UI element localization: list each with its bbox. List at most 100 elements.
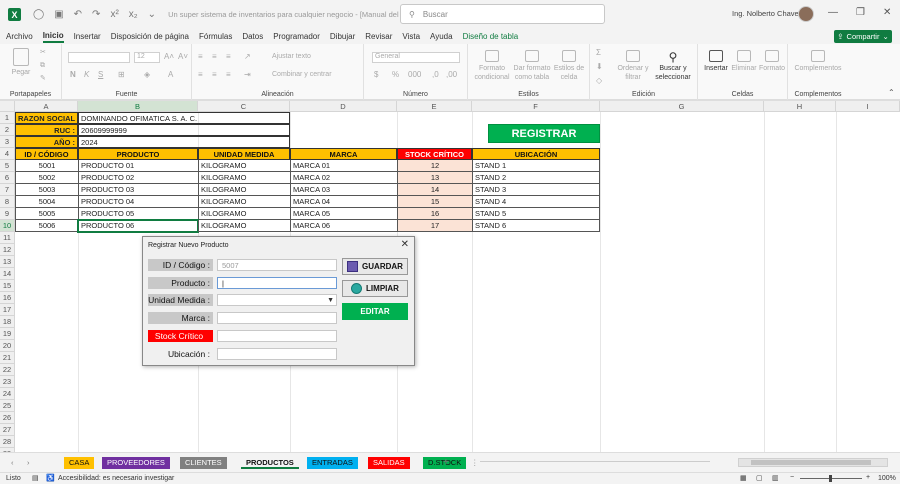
align-left-icon[interactable]: ≡: [198, 70, 203, 79]
row-header[interactable]: 24: [0, 388, 15, 400]
superscript-icon[interactable]: x²: [110, 9, 118, 20]
ruc-label[interactable]: RUC :: [15, 124, 78, 136]
sheet-tab[interactable]: CLIENTES: [180, 457, 227, 469]
spreadsheet-grid[interactable]: A B C D E F G H I 1 2 3 4 5 6 7 8 9 10 11 12 13 14 15 1…: [0, 101, 900, 452]
razon-social-label[interactable]: RAZON SOCIAL :: [15, 112, 78, 124]
scrollbar-thumb[interactable]: [751, 460, 871, 465]
zoom-out-icon[interactable]: −: [790, 474, 794, 481]
column-header[interactable]: D: [290, 101, 397, 112]
table-cell[interactable]: STAND 6: [472, 220, 600, 232]
table-cell[interactable]: 5001: [15, 160, 78, 172]
column-header[interactable]: F: [472, 101, 600, 112]
table-cell[interactable]: KILOGRAMO: [198, 184, 290, 196]
row-header[interactable]: 7: [0, 184, 15, 196]
row-header[interactable]: 19: [0, 328, 15, 340]
table-header[interactable]: PRODUCTO: [78, 148, 198, 160]
align-top-icon[interactable]: ≡: [198, 52, 203, 61]
ubicacion-field[interactable]: [217, 348, 337, 360]
sort-filter-button[interactable]: Ordenar y filtrar: [614, 50, 652, 82]
table-cell[interactable]: STAND 4: [472, 196, 600, 208]
merge-center-button[interactable]: Combinar y centrar: [272, 71, 332, 78]
find-select-button[interactable]: ⚲ Buscar y seleccionar: [652, 50, 694, 82]
table-cell[interactable]: PRODUCTO 01: [78, 160, 198, 172]
row-header[interactable]: 1: [0, 112, 15, 124]
copy-icon[interactable]: ⧉: [40, 61, 45, 70]
row-header[interactable]: 9: [0, 208, 15, 220]
column-header[interactable]: G: [600, 101, 764, 112]
table-header[interactable]: ID / CÓDIGO: [15, 148, 78, 160]
paste-button[interactable]: Pegar: [8, 48, 34, 77]
table-cell[interactable]: KILOGRAMO: [198, 172, 290, 184]
table-header[interactable]: STOCK CRÍTICO: [397, 148, 472, 160]
redo-icon[interactable]: ↷: [92, 9, 100, 20]
format-table-button[interactable]: Dar formato como tabla: [512, 50, 552, 82]
tab-diseno-tabla[interactable]: Diseño de tabla: [463, 32, 519, 41]
align-middle-icon[interactable]: ≡: [212, 52, 217, 61]
sheet-tab[interactable]: SALIDAS: [368, 457, 410, 469]
delete-cells-button[interactable]: Eliminar: [730, 50, 758, 73]
column-header[interactable]: E: [397, 101, 472, 112]
row-header[interactable]: 21: [0, 352, 15, 364]
table-cell[interactable]: PRODUCTO 03: [78, 184, 198, 196]
accessibility-icon[interactable]: ♿: [46, 474, 55, 482]
table-cell[interactable]: 14: [397, 184, 472, 196]
row-header[interactable]: 2: [0, 124, 15, 136]
marca-field[interactable]: [217, 312, 337, 324]
percent-icon[interactable]: %: [392, 70, 399, 79]
row-header[interactable]: 6: [0, 172, 15, 184]
insert-cells-button[interactable]: Insertar: [702, 50, 730, 73]
avatar[interactable]: [798, 6, 814, 22]
thousands-icon[interactable]: 000: [408, 70, 421, 79]
table-cell[interactable]: KILOGRAMO: [198, 220, 290, 232]
save-icon[interactable]: ▣: [54, 9, 63, 20]
collapse-ribbon-icon[interactable]: ⌃: [888, 88, 895, 97]
table-cell[interactable]: 13: [397, 172, 472, 184]
zoom-in-icon[interactable]: +: [866, 474, 870, 481]
macro-icon[interactable]: ▤: [32, 474, 39, 482]
table-cell[interactable]: 5006: [15, 220, 78, 232]
sheet-tab[interactable]: ENTRADAS: [307, 457, 358, 469]
tab-dibujar[interactable]: Dibujar: [330, 32, 355, 41]
font-color-icon[interactable]: A: [168, 70, 173, 79]
table-cell[interactable]: KILOGRAMO: [198, 208, 290, 220]
table-cell[interactable]: KILOGRAMO: [198, 196, 290, 208]
scroll-left-icon[interactable]: ‹: [6, 457, 19, 469]
scroll-right-icon[interactable]: ›: [22, 457, 35, 469]
table-cell[interactable]: MARCA 05: [290, 208, 397, 220]
table-cell[interactable]: 12: [397, 160, 472, 172]
row-header[interactable]: 13: [0, 256, 15, 268]
unidad-select[interactable]: ▼: [217, 294, 337, 306]
column-header[interactable]: B: [78, 101, 198, 112]
undo-icon[interactable]: ↶: [74, 9, 82, 20]
zoom-slider[interactable]: [800, 475, 862, 482]
table-header[interactable]: MARCA: [290, 148, 397, 160]
table-cell[interactable]: STAND 5: [472, 208, 600, 220]
stock-field[interactable]: [217, 330, 337, 342]
tab-ayuda[interactable]: Ayuda: [430, 32, 453, 41]
normal-view-icon[interactable]: ▦: [740, 474, 747, 482]
tab-insertar[interactable]: Insertar: [74, 32, 101, 41]
table-cell[interactable]: 17: [397, 220, 472, 232]
table-cell[interactable]: MARCA 03: [290, 184, 397, 196]
ruc-value[interactable]: 20609999999: [78, 124, 290, 136]
table-cell[interactable]: 15: [397, 196, 472, 208]
anio-label[interactable]: AÑO :: [15, 136, 78, 148]
table-cell[interactable]: 5003: [15, 184, 78, 196]
table-cell[interactable]: 5002: [15, 172, 78, 184]
table-cell[interactable]: STAND 2: [472, 172, 600, 184]
number-format-dropdown[interactable]: General: [372, 52, 460, 63]
tab-programador[interactable]: Programador: [273, 32, 320, 41]
row-header[interactable]: 5: [0, 160, 15, 172]
page-break-icon[interactable]: ▥: [772, 474, 779, 482]
producto-field[interactable]: |: [217, 277, 337, 289]
close-icon[interactable]: ✕: [883, 7, 891, 18]
increase-font-icon[interactable]: A˄: [164, 52, 174, 61]
accessibility-status[interactable]: Accesibilidad: es necesario investigar: [58, 475, 174, 482]
conditional-format-button[interactable]: Formato condicional: [472, 50, 512, 82]
anio-value[interactable]: 2024: [78, 136, 290, 148]
row-header[interactable]: 10: [0, 220, 15, 232]
share-button[interactable]: ⇪ Compartir ⌄: [834, 30, 892, 43]
italic-button[interactable]: K: [84, 70, 89, 79]
search-box[interactable]: ⚲ Buscar: [400, 4, 605, 24]
clear-icon[interactable]: ◇: [596, 76, 602, 85]
